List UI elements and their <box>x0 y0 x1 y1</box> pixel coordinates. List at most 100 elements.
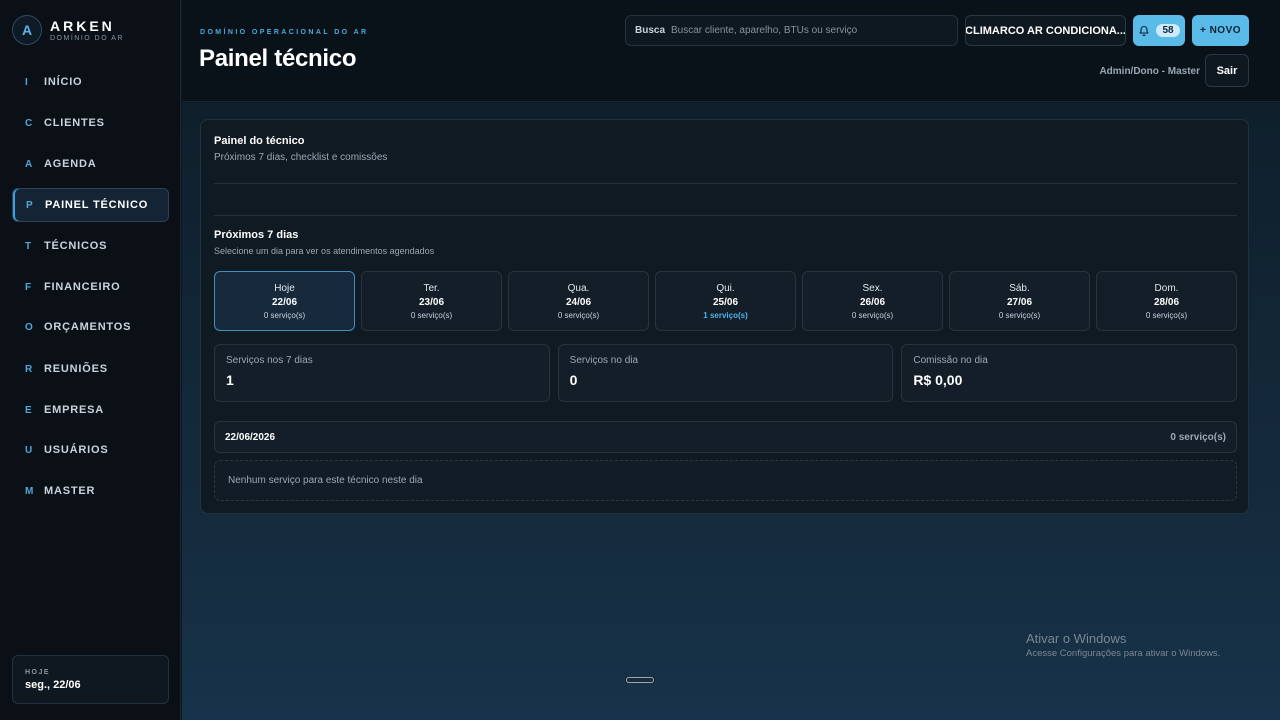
nav-letter: T <box>25 240 32 252</box>
header-eyebrow: DOMÍNIO OPERACIONAL DO AR <box>200 29 369 36</box>
day-service-count: 0 serviço(s) <box>998 310 1041 320</box>
sidebar: A ARKEN DOMÍNIO DO AR I INÍCIO C CLIENTE… <box>0 0 181 720</box>
day-card-23-06[interactable]: Ter. 23/06 0 serviço(s) <box>361 271 502 331</box>
stat-commission-day: Comissão no dia R$ 0,00 <box>901 344 1238 402</box>
sidebar-item-label: REUNIÕES <box>44 363 108 375</box>
notifications-button[interactable]: 58 <box>1133 15 1185 46</box>
stat-label: Serviços no dia <box>569 355 639 366</box>
selected-day-header: 22/06/2026 0 serviço(s) <box>214 421 1237 453</box>
bell-icon <box>1139 25 1149 36</box>
sidebar-item-empresa[interactable]: E EMPRESA <box>12 393 169 427</box>
search-label: Busca <box>635 25 666 36</box>
selected-day-count: 0 serviço(s) <box>1170 431 1226 443</box>
sidebar-item-agenda[interactable]: A AGENDA <box>12 147 169 181</box>
nav-letter: O <box>25 321 33 333</box>
stat-label: Serviços nos 7 dias <box>226 355 313 366</box>
nav-letter: I <box>25 76 28 88</box>
brand-name: ARKEN <box>50 17 115 34</box>
scroll-handle[interactable] <box>626 677 654 683</box>
week-subtitle: Selecione um dia para ver os atendimento… <box>214 246 435 256</box>
day-service-count: 0 serviço(s) <box>410 310 453 320</box>
day-date: 25/06 <box>712 296 739 308</box>
brand[interactable]: A ARKEN DOMÍNIO DO AR <box>12 15 124 45</box>
day-name: Hoje <box>274 282 295 294</box>
day-card-24-06[interactable]: Qua. 24/06 0 serviço(s) <box>508 271 649 331</box>
sidebar-item-clientes[interactable]: C CLIENTES <box>12 106 169 140</box>
day-selector: Hoje 22/06 0 serviço(s) Ter. 23/06 0 ser… <box>214 271 1237 331</box>
panel-title: Painel do técnico <box>214 135 305 147</box>
today-label: HOJE <box>25 669 51 676</box>
divider <box>214 215 1237 216</box>
sidebar-item-master[interactable]: M MASTER <box>12 474 169 508</box>
page-title: Painel técnico <box>199 45 357 72</box>
today-box: HOJE seg., 22/06 <box>12 655 169 704</box>
day-card-28-06[interactable]: Dom. 28/06 0 serviço(s) <box>1096 271 1237 331</box>
selected-day-date: 22/06/2026 <box>225 431 276 443</box>
sidebar-item-label: ORÇAMENTOS <box>44 321 132 333</box>
sidebar-item-orcamentos[interactable]: O ORÇAMENTOS <box>12 310 169 344</box>
header: DOMÍNIO OPERACIONAL DO AR Painel técnico… <box>182 0 1280 102</box>
day-card-27-06[interactable]: Sáb. 27/06 0 serviço(s) <box>949 271 1090 331</box>
sidebar-item-label: FINANCEIRO <box>44 281 121 293</box>
day-name: Qua. <box>567 282 590 294</box>
day-card-26-06[interactable]: Sex. 26/06 0 serviço(s) <box>802 271 943 331</box>
day-service-count: 1 serviço(s) <box>703 310 748 320</box>
sidebar-item-label: TÉCNICOS <box>44 240 108 252</box>
day-date: 26/06 <box>859 296 886 308</box>
nav-letter: F <box>25 281 32 293</box>
search-input[interactable] <box>671 25 942 36</box>
day-name: Qui. <box>716 282 735 294</box>
sidebar-item-label: INÍCIO <box>44 76 83 88</box>
technician-panel-card: Painel do técnico Próximos 7 dias, check… <box>200 119 1249 514</box>
sidebar-item-label: EMPRESA <box>44 404 104 416</box>
stat-value: 1 <box>226 372 234 388</box>
nav-letter: M <box>25 485 34 497</box>
sidebar-item-tecnicos[interactable]: T TÉCNICOS <box>12 229 169 263</box>
brand-subtitle: DOMÍNIO DO AR <box>50 34 124 42</box>
empty-state-message: Nenhum serviço para este técnico neste d… <box>214 460 1237 501</box>
day-date: 24/06 <box>565 296 592 308</box>
nav-letter: A <box>25 158 33 170</box>
day-service-count: 0 serviço(s) <box>851 310 894 320</box>
sidebar-item-label: PAINEL TÉCNICO <box>45 199 149 211</box>
stat-value: R$ 0,00 <box>913 372 963 388</box>
nav-letter: C <box>25 117 33 129</box>
nav-letter: E <box>25 404 32 416</box>
stat-value: 0 <box>569 372 578 388</box>
day-name: Sáb. <box>1009 282 1030 294</box>
new-button[interactable]: + NOVO <box>1192 15 1249 46</box>
sidebar-item-painel-tecnico[interactable]: P PAINEL TÉCNICO <box>12 188 169 222</box>
panel-subtitle: Próximos 7 dias, checklist e comissões <box>214 152 388 163</box>
today-value: seg., 22/06 <box>25 679 81 691</box>
windows-activation-watermark: Ativar o Windows Acesse Configurações pa… <box>1026 631 1220 659</box>
company-selector-button[interactable]: CLIMARCO AR CONDICIONA... <box>965 15 1126 46</box>
app-window: A ARKEN DOMÍNIO DO AR I INÍCIO C CLIENTE… <box>0 0 1280 720</box>
day-service-count: 0 serviço(s) <box>263 310 306 320</box>
day-card-25-06[interactable]: Qui. 25/06 1 serviço(s) <box>655 271 796 331</box>
logout-button[interactable]: Sair <box>1205 54 1249 87</box>
notification-count: 58 <box>1156 24 1180 37</box>
day-name: Ter. <box>423 282 440 294</box>
watermark-title: Ativar o Windows <box>1026 631 1127 646</box>
sidebar-item-label: AGENDA <box>44 158 97 170</box>
day-date: 28/06 <box>1153 296 1180 308</box>
sidebar-item-label: USUÁRIOS <box>44 444 109 456</box>
sidebar-item-label: CLIENTES <box>44 117 105 129</box>
stat-services-day: Serviços no dia 0 <box>557 344 894 402</box>
sidebar-item-inicio[interactable]: I INÍCIO <box>12 65 169 99</box>
stat-services-7-days: Serviços nos 7 dias 1 <box>214 344 550 402</box>
sidebar-item-reunioes[interactable]: R REUNIÕES <box>12 352 169 386</box>
week-title: Próximos 7 dias <box>214 229 299 241</box>
search-box[interactable]: Busca <box>625 15 958 46</box>
sidebar-item-label: MASTER <box>44 485 96 497</box>
day-card-22-06[interactable]: Hoje 22/06 0 serviço(s) <box>214 271 355 331</box>
divider <box>214 183 1237 184</box>
sidebar-item-usuarios[interactable]: U USUÁRIOS <box>12 433 169 467</box>
brand-logo: A <box>12 15 42 45</box>
day-date: 27/06 <box>1006 296 1033 308</box>
day-date: 23/06 <box>418 296 445 308</box>
day-service-count: 0 serviço(s) <box>1145 310 1188 320</box>
day-name: Dom. <box>1154 282 1179 294</box>
day-name: Sex. <box>862 282 883 294</box>
sidebar-item-financeiro[interactable]: F FINANCEIRO <box>12 270 169 304</box>
